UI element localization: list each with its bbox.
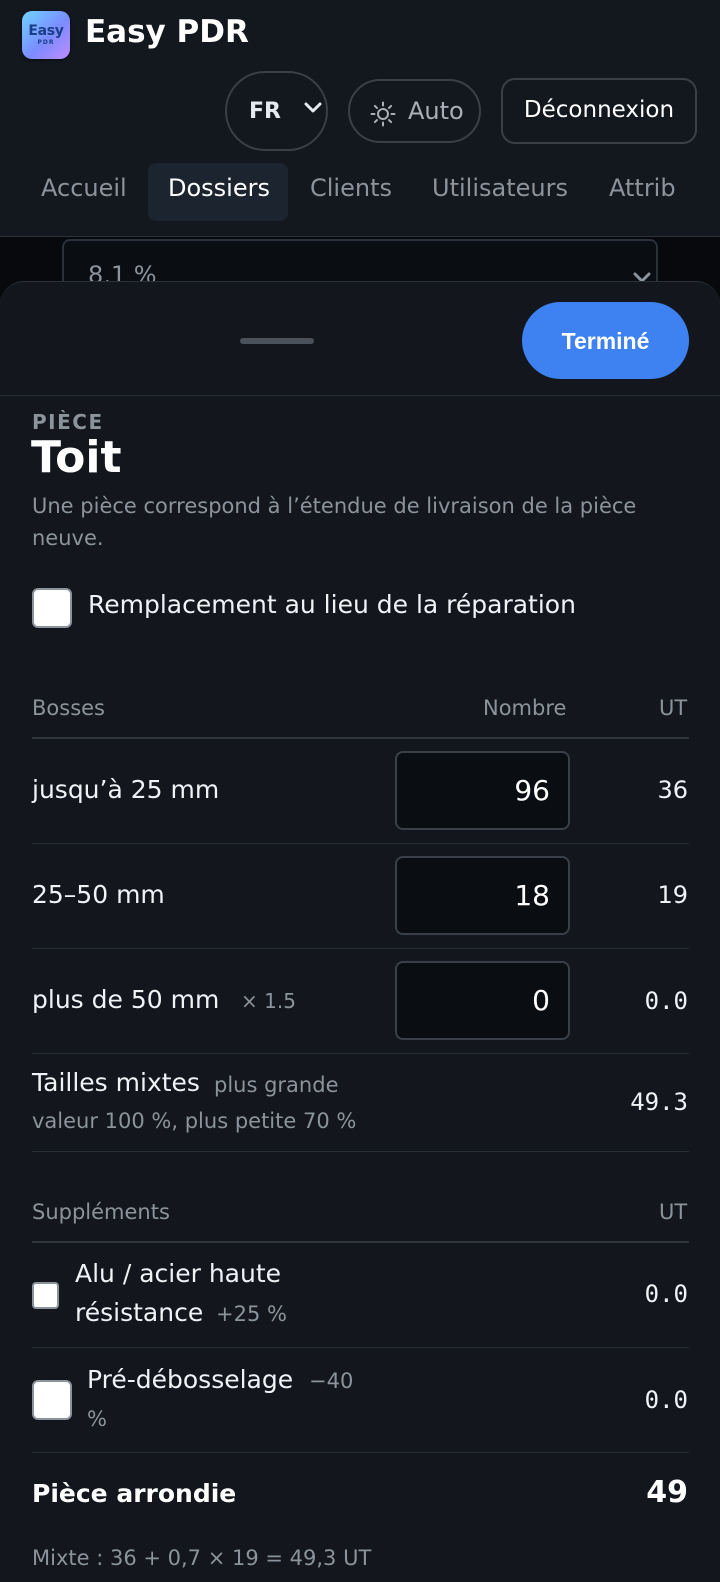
- extra-row-modifier: %: [87, 1407, 107, 1431]
- dent-count-value: 96: [514, 774, 550, 807]
- replacement-label[interactable]: Remplacement au lieu de la réparation: [88, 590, 576, 619]
- divider: [32, 1053, 689, 1054]
- logout-label: Déconnexion: [523, 97, 675, 123]
- extra-row-ut: 0.0: [644, 1386, 688, 1414]
- theme-toggle-button[interactable]: Auto: [348, 79, 481, 143]
- logout-button[interactable]: Déconnexion: [501, 78, 697, 144]
- rounded-part-label: Pièce arrondie: [32, 1479, 237, 1508]
- divider: [32, 948, 689, 949]
- app-header: Easy PDR Easy PDR FR Auto Déconnexion Ac…: [0, 0, 720, 237]
- replacement-checkbox[interactable]: [32, 588, 72, 628]
- dents-header-label: Bosses: [32, 696, 105, 720]
- section-eyebrow: PIÈCE: [32, 410, 104, 434]
- part-description: Une pièce correspond à l’étendue de livr…: [32, 494, 637, 550]
- dents-header-count: Nombre: [483, 696, 567, 720]
- drag-handle[interactable]: [240, 338, 314, 344]
- dent-count-value: 18: [514, 879, 550, 912]
- formula-text: Mixte : 36 + 0,7 × 19 = 49,3 UT: [32, 1546, 372, 1570]
- divider: [32, 1347, 689, 1348]
- language-value: FR: [249, 99, 281, 124]
- extra-row-modifier: +25 %: [216, 1302, 287, 1326]
- done-button[interactable]: Terminé: [522, 302, 689, 379]
- tab-utilisateurs[interactable]: Utilisateurs: [432, 174, 568, 202]
- extra-row-modifier: −40: [309, 1369, 354, 1393]
- extras-header-ut: UT: [659, 1200, 688, 1224]
- extra-row-ut: 0.0: [644, 1280, 688, 1308]
- extra-row-label: Alu / acier haute: [75, 1259, 282, 1288]
- tab-clients[interactable]: Clients: [310, 174, 392, 202]
- divider: [0, 395, 720, 396]
- dent-count-input[interactable]: 96: [395, 751, 570, 830]
- dent-row-label: plus de 50 mm: [32, 985, 220, 1014]
- mixed-sizes-label: Tailles mixtes: [32, 1068, 200, 1097]
- mixed-sizes-note: plus grande: [214, 1073, 339, 1097]
- logo-subtext: PDR: [37, 39, 55, 46]
- high-strength-checkbox[interactable]: [32, 1282, 59, 1309]
- mixed-sizes-note: valeur 100 %, plus petite 70 %: [32, 1109, 357, 1133]
- dent-count-input[interactable]: 18: [395, 856, 570, 935]
- bottom-sheet: Terminé PIÈCE Toit Une pièce correspond …: [0, 281, 720, 1582]
- divider: [32, 1241, 689, 1243]
- dent-row-label: 25–50 mm: [32, 880, 165, 909]
- part-title: Toit: [31, 432, 122, 483]
- extra-row-label: résistance: [75, 1298, 204, 1327]
- pre-dent-checkbox[interactable]: [32, 1380, 72, 1420]
- app-title: Easy PDR: [85, 14, 249, 50]
- dent-row-multiplier: × 1.5: [241, 989, 296, 1013]
- mixed-sizes-ut: 49.3: [630, 1088, 688, 1116]
- extra-row-label: Pré-débosselage: [87, 1365, 294, 1394]
- sun-icon: [370, 101, 396, 127]
- dent-count-input[interactable]: 0: [395, 961, 570, 1040]
- tab-dossiers[interactable]: Dossiers: [168, 174, 270, 202]
- language-select[interactable]: FR: [225, 71, 328, 151]
- dents-header-ut: UT: [659, 696, 688, 720]
- chevron-down-icon: [304, 102, 322, 113]
- tab-accueil[interactable]: Accueil: [41, 174, 127, 202]
- logo-text: Easy: [28, 23, 64, 39]
- dent-count-value: 0: [532, 984, 550, 1017]
- tab-attrib[interactable]: Attrib: [609, 174, 676, 202]
- dent-row-label: jusqu’à 25 mm: [32, 775, 220, 804]
- dent-row-ut: 0.0: [644, 987, 688, 1015]
- extras-header-label: Suppléments: [32, 1200, 170, 1224]
- dent-row-ut: 36: [657, 776, 688, 804]
- app-logo: Easy PDR: [22, 11, 70, 59]
- divider: [32, 737, 689, 739]
- rounded-part-value: 49: [646, 1475, 688, 1510]
- divider: [32, 1452, 689, 1453]
- theme-label: Auto: [408, 97, 464, 125]
- divider: [32, 843, 689, 844]
- dent-row-ut: 19: [657, 881, 688, 909]
- divider: [32, 1151, 689, 1152]
